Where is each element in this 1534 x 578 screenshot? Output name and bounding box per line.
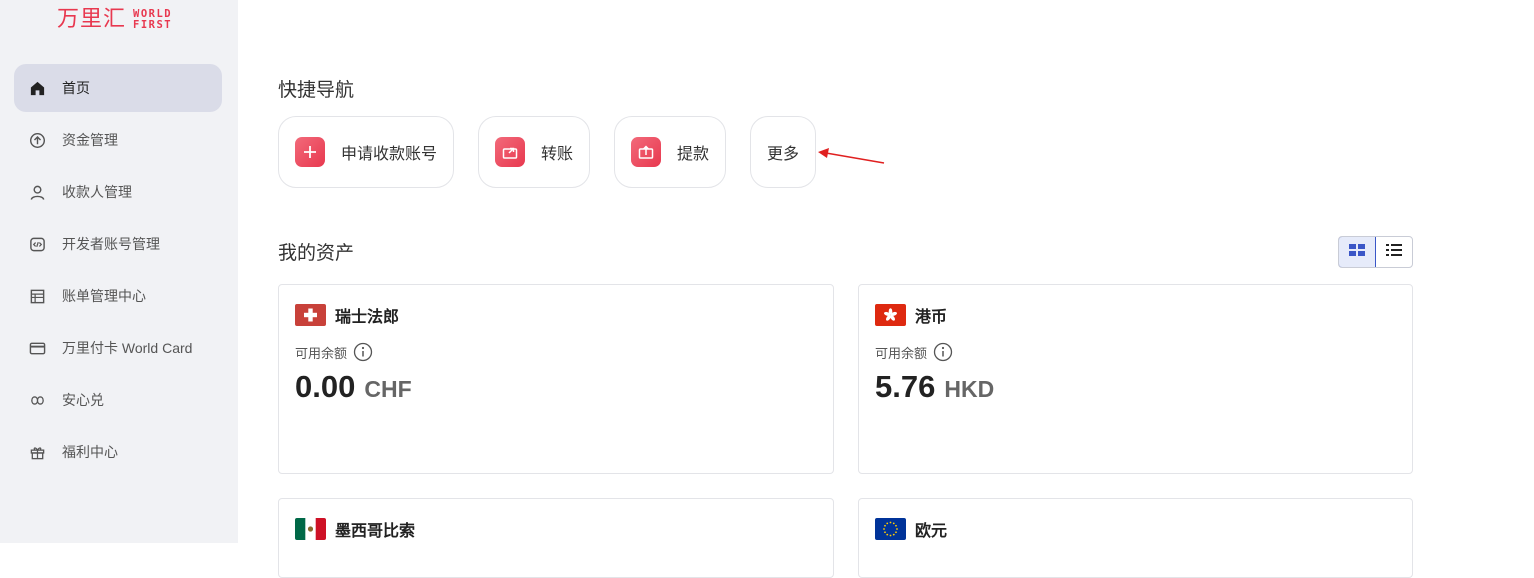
- sidebar-item-funds[interactable]: 资金管理: [14, 116, 222, 164]
- assets-title: 我的资产: [278, 243, 355, 264]
- logo-en-line2: FIRST: [133, 19, 173, 31]
- sidebar-item-world-card[interactable]: 万里付卡 World Card: [14, 324, 222, 372]
- sidebar-item-payees[interactable]: 收款人管理: [14, 168, 222, 216]
- currency-code: CHF: [364, 376, 412, 402]
- available-balance-text: 可用余额: [295, 345, 348, 361]
- home-icon: [28, 79, 46, 97]
- exchange-icon: [28, 391, 46, 409]
- sidebar-nav: 首页 资金管理 收款人管理 开发者账号管理 账单管理中心 万里付卡 World …: [14, 64, 222, 480]
- quick-nav-title: 快捷导航: [278, 80, 355, 101]
- sidebar-item-label: 福利中心: [62, 444, 118, 460]
- asset-card-eur[interactable]: 欧元: [858, 498, 1413, 578]
- eu-flag: [875, 518, 906, 540]
- info-icon[interactable]: [353, 342, 373, 362]
- asset-card-hkd[interactable]: 港币 可用余额 5.76 HKD: [858, 284, 1413, 474]
- logo-cn-text: 万里汇: [57, 6, 127, 31]
- amount-value: 0.00: [295, 369, 356, 404]
- quick-nav-label: 转账: [541, 146, 574, 163]
- sidebar-item-developer[interactable]: 开发者账号管理: [14, 220, 222, 268]
- currency-name: 瑞士法郎: [335, 309, 400, 326]
- quick-nav-transfer[interactable]: 转账: [478, 116, 590, 188]
- currency-code: HKD: [944, 376, 995, 402]
- sidebar-item-label: 首页: [62, 80, 90, 96]
- asset-card-chf[interactable]: 瑞士法郎 可用余额 0.00 CHF: [278, 284, 834, 474]
- asset-card-mxn[interactable]: 墨西哥比索: [278, 498, 834, 578]
- sidebar-item-label: 安心兑: [62, 392, 104, 408]
- quick-nav-withdraw[interactable]: 提款: [614, 116, 726, 188]
- quick-nav-label: 申请收款账号: [341, 146, 438, 163]
- worldfirst-logo[interactable]: 万里汇 WORLD FIRST: [57, 4, 172, 34]
- sidebar-item-label: 资金管理: [62, 132, 118, 148]
- sidebar-item-benefits[interactable]: 福利中心: [14, 428, 222, 476]
- currency-header: 墨西哥比索: [295, 517, 415, 541]
- currency-name: 欧元: [915, 523, 948, 540]
- transfer-icon: [495, 137, 525, 167]
- code-icon: [28, 235, 46, 253]
- mexico-flag: [295, 518, 326, 540]
- currency-name: 港币: [915, 309, 948, 326]
- quick-nav-apply-account[interactable]: 申请收款账号: [278, 116, 454, 188]
- info-icon[interactable]: [933, 342, 953, 362]
- hong-kong-flag: [875, 304, 906, 326]
- sidebar: 万里汇 WORLD FIRST 首页 资金管理 收款人管理 开发者账号管理 账单…: [0, 0, 238, 543]
- sidebar-item-exchange[interactable]: 安心兑: [14, 376, 222, 424]
- amount-value: 5.76: [875, 369, 936, 404]
- user-icon: [28, 183, 46, 201]
- currency-header: 港币: [875, 303, 947, 327]
- view-toggle: [1338, 236, 1413, 268]
- gift-icon: [28, 443, 46, 461]
- available-balance-text: 可用余额: [875, 345, 928, 361]
- grid-icon: [1349, 243, 1365, 261]
- sidebar-item-label: 万里付卡 World Card: [62, 340, 193, 356]
- sidebar-item-label: 账单管理中心: [62, 288, 146, 304]
- balance-amount: 5.76 HKD: [875, 369, 994, 405]
- available-balance-label: 可用余额: [295, 342, 373, 362]
- list-view-button[interactable]: [1376, 237, 1412, 267]
- list-icon: [1386, 243, 1402, 261]
- quick-nav-label: 提款: [677, 146, 710, 163]
- currency-header: 瑞士法郎: [295, 303, 399, 327]
- sidebar-item-home[interactable]: 首页: [14, 64, 222, 112]
- sidebar-item-label: 收款人管理: [62, 184, 132, 200]
- grid-view-button[interactable]: [1339, 237, 1376, 267]
- sidebar-item-label: 开发者账号管理: [62, 236, 160, 252]
- logo-en-text: WORLD FIRST: [133, 9, 172, 31]
- quick-nav-more[interactable]: 更多: [750, 116, 816, 188]
- balance-amount: 0.00 CHF: [295, 369, 412, 405]
- credit-card-icon: [28, 339, 46, 357]
- sidebar-item-billing[interactable]: 账单管理中心: [14, 272, 222, 320]
- withdraw-icon: [631, 137, 661, 167]
- plus-icon: [295, 137, 325, 167]
- red-arrow-annotation: [818, 148, 885, 164]
- quick-nav-label: 更多: [767, 146, 800, 163]
- table-icon: [28, 287, 46, 305]
- available-balance-label: 可用余额: [875, 342, 953, 362]
- arrow-up-circle-icon: [28, 131, 46, 149]
- switzerland-flag: [295, 304, 326, 326]
- currency-name: 墨西哥比索: [335, 523, 416, 540]
- currency-header: 欧元: [875, 517, 947, 541]
